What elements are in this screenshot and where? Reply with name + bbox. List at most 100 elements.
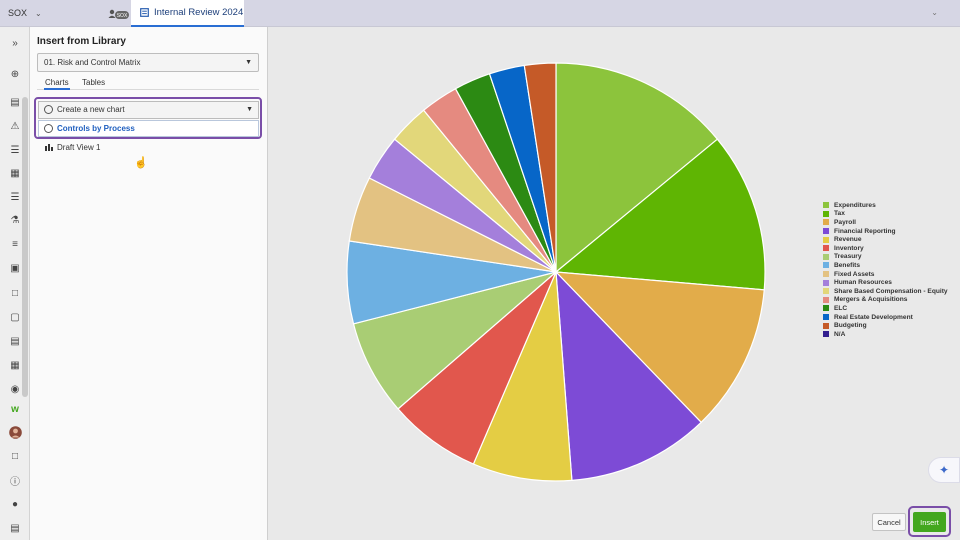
flask-icon[interactable]: ⚗ bbox=[8, 213, 22, 227]
legend-item[interactable]: Human Resources bbox=[823, 278, 948, 287]
matrix-select[interactable]: 01. Risk and Control Matrix ▼ bbox=[37, 53, 259, 72]
insert-button[interactable]: Insert bbox=[913, 512, 946, 532]
pie-chart-icon bbox=[44, 124, 53, 133]
chevron-down-icon: ⌄ bbox=[35, 8, 42, 18]
user-badge-icon[interactable]: SOX bbox=[108, 8, 130, 20]
legend-swatch bbox=[823, 331, 829, 338]
folder-search-icon[interactable]: ▢ bbox=[8, 310, 22, 324]
legend-item[interactable]: Treasury bbox=[823, 253, 948, 262]
legend-swatch bbox=[823, 245, 829, 252]
legend-item[interactable]: Financial Reporting bbox=[823, 227, 948, 236]
legend-item[interactable]: Revenue bbox=[823, 235, 948, 244]
grid-icon[interactable]: ▦ bbox=[8, 358, 22, 372]
document-icon bbox=[140, 8, 149, 17]
legend-swatch bbox=[823, 262, 829, 269]
draft-view-label: Draft View 1 bbox=[57, 143, 101, 152]
list-icon[interactable]: ≡ bbox=[8, 237, 22, 251]
cancel-button[interactable]: Cancel bbox=[872, 513, 906, 531]
chart-legend: Expenditures Tax Payroll Financial Reportin… bbox=[823, 201, 948, 339]
tab-internal-review[interactable]: Internal Review 2024 bbox=[131, 0, 244, 27]
legend-label: Real Estate Development bbox=[834, 313, 913, 321]
caret-down-icon: ▼ bbox=[245, 59, 252, 66]
tab-tables[interactable]: Tables bbox=[81, 78, 106, 90]
org-name: SOX bbox=[8, 8, 28, 18]
expand-icon[interactable]: » bbox=[8, 36, 22, 50]
top-bar: SOX ⌄ SOX Internal Review 2024 ⌄ bbox=[0, 0, 960, 27]
legend-swatch bbox=[823, 296, 829, 303]
workiva-logo-icon[interactable]: w bbox=[8, 402, 22, 416]
legend-item[interactable]: Payroll bbox=[823, 218, 948, 227]
hand-cursor-icon: ☝ bbox=[134, 157, 148, 169]
legend-label: Inventory bbox=[834, 244, 864, 252]
legend-swatch bbox=[823, 271, 829, 278]
legend-label: Treasury bbox=[834, 253, 862, 261]
legend-label: Share Based Compensation - Equity bbox=[834, 287, 948, 295]
legend-item[interactable]: Budgeting bbox=[823, 321, 948, 330]
draft-view-item[interactable]: Draft View 1 bbox=[45, 143, 100, 152]
checklist-icon[interactable]: ☰ bbox=[8, 190, 22, 204]
database-icon[interactable]: ◉ bbox=[8, 382, 22, 396]
tab-label: Internal Review 2024 bbox=[154, 7, 244, 18]
ai-assist-button[interactable]: ✦ bbox=[928, 457, 960, 483]
legend-label: Fixed Assets bbox=[834, 270, 875, 278]
legend-item[interactable]: Benefits bbox=[823, 261, 948, 270]
legend-label: Budgeting bbox=[834, 322, 867, 330]
chart-preview: Expenditures Tax Payroll Financial Reportin… bbox=[268, 27, 960, 540]
legend-item[interactable]: Mergers & Acquisitions bbox=[823, 296, 948, 305]
panel-title: Insert from Library bbox=[37, 36, 126, 47]
report-icon[interactable]: ▤ bbox=[8, 334, 22, 348]
library-tabs: Charts Tables bbox=[37, 78, 259, 90]
matrix-select-value: 01. Risk and Control Matrix bbox=[44, 58, 141, 67]
warning-icon[interactable]: ⚠ bbox=[8, 119, 22, 133]
legend-label: Tax bbox=[834, 210, 845, 218]
legend-swatch bbox=[823, 279, 829, 286]
caret-down-icon: ▼ bbox=[246, 106, 253, 113]
legend-swatch bbox=[823, 322, 829, 329]
avatar[interactable] bbox=[8, 425, 22, 439]
legend-label: Revenue bbox=[834, 236, 862, 244]
legend-item[interactable]: Inventory bbox=[823, 244, 948, 253]
legend-item[interactable]: Tax bbox=[823, 210, 948, 219]
legend-item[interactable]: Expenditures bbox=[823, 201, 948, 210]
legend-label: Expenditures bbox=[834, 201, 876, 209]
bar-chart-icon bbox=[45, 144, 53, 151]
table-icon[interactable]: ▦ bbox=[8, 166, 22, 180]
sliders-icon[interactable]: ☰ bbox=[8, 143, 22, 157]
legend-swatch bbox=[823, 288, 829, 295]
chart-select-value: Create a new chart bbox=[57, 105, 125, 114]
chart-select[interactable]: Create a new chart ▼ bbox=[38, 101, 259, 119]
legend-label: Human Resources bbox=[834, 279, 892, 287]
legend-item[interactable]: N/A bbox=[823, 330, 948, 339]
legend-label: Mergers & Acquisitions bbox=[834, 296, 908, 304]
tab-charts[interactable]: Charts bbox=[44, 78, 70, 90]
legend-label: ELC bbox=[834, 304, 848, 312]
legend-swatch bbox=[823, 253, 829, 260]
legend-label: N/A bbox=[834, 330, 846, 338]
legend-label: Financial Reporting bbox=[834, 227, 896, 235]
chart-option-label: Controls by Process bbox=[57, 124, 135, 133]
legend-label: Payroll bbox=[834, 218, 856, 226]
chart-option-controls-by-process[interactable]: Controls by Process bbox=[38, 120, 259, 137]
help-icon[interactable]: ⓘ bbox=[8, 473, 22, 488]
legend-item[interactable]: Fixed Assets bbox=[823, 270, 948, 279]
folder-icon[interactable]: □ bbox=[8, 286, 22, 300]
legend-swatch bbox=[823, 210, 829, 217]
chat-icon[interactable]: □ bbox=[8, 449, 22, 463]
legend-swatch bbox=[823, 314, 829, 321]
legend-swatch bbox=[823, 219, 829, 226]
shield-icon[interactable]: ● bbox=[8, 497, 22, 511]
pie-chart-icon bbox=[44, 105, 53, 114]
legend-item[interactable]: Real Estate Development bbox=[823, 313, 948, 322]
legend-swatch bbox=[823, 236, 829, 243]
insert-from-library-panel: Insert from Library 01. Risk and Control… bbox=[30, 27, 268, 540]
legend-swatch bbox=[823, 305, 829, 312]
documents-icon[interactable]: ▤ bbox=[8, 95, 22, 109]
org-switcher[interactable]: SOX ⌄ bbox=[8, 8, 42, 18]
add-icon[interactable]: ⊕ bbox=[8, 67, 22, 81]
legend-item[interactable]: Share Based Compensation - Equity bbox=[823, 287, 948, 296]
rail-scrollbar[interactable] bbox=[22, 97, 28, 397]
notes-icon[interactable]: ▤ bbox=[8, 521, 22, 535]
chevron-down-icon[interactable]: ⌄ bbox=[931, 8, 938, 17]
calendar-icon[interactable]: ▣ bbox=[8, 261, 22, 275]
legend-item[interactable]: ELC bbox=[823, 304, 948, 313]
